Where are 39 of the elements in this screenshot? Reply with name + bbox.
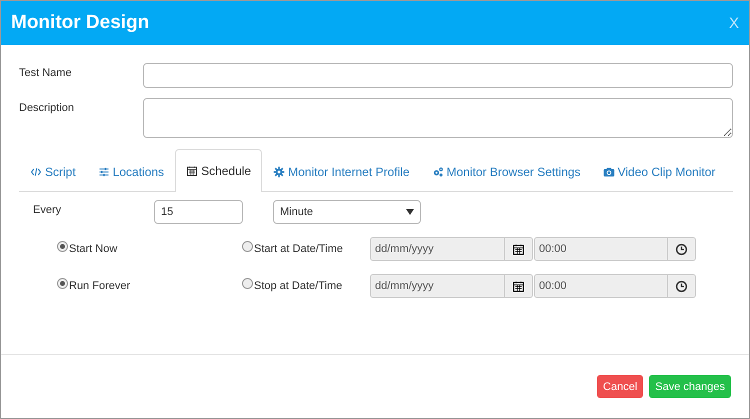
caret-icon xyxy=(406,209,414,215)
radio-label: Stop at Date/Time xyxy=(254,280,342,292)
cancel-button[interactable]: Cancel xyxy=(597,375,644,398)
save-button[interactable]: Save changes xyxy=(649,375,731,398)
input-field[interactable] xyxy=(143,63,733,88)
clock-button[interactable] xyxy=(668,237,696,261)
calendar-icon xyxy=(186,165,198,177)
radio-button[interactable] xyxy=(57,278,68,288)
field-label: Description xyxy=(19,101,76,116)
radio-label: Start Now xyxy=(69,243,118,255)
calendar-button[interactable] xyxy=(505,237,533,261)
tab[interactable]: Monitor Internet Profile xyxy=(262,150,420,192)
tab[interactable]: Video Clip Monitor xyxy=(592,150,726,192)
description-field[interactable] xyxy=(143,98,733,138)
tab[interactable]: Script xyxy=(19,150,87,192)
radio-label: Run Forever xyxy=(69,280,130,292)
gears-icon xyxy=(432,166,444,178)
every-label: Every xyxy=(33,204,62,216)
radio-button[interactable] xyxy=(57,240,68,252)
tab[interactable]: Locations xyxy=(86,150,176,192)
unit-dropdown[interactable]: Minute xyxy=(273,200,421,224)
clock-icon xyxy=(675,242,688,256)
field-label: Test Name xyxy=(19,66,73,81)
sliders-icon xyxy=(98,166,110,178)
radio-label: Start at Date/Time xyxy=(254,243,343,255)
calendar-icon xyxy=(512,242,525,256)
interval-field[interactable]: 15 xyxy=(154,200,243,224)
gear-icon xyxy=(273,166,286,178)
radio-button[interactable] xyxy=(242,240,253,252)
radio-button[interactable] xyxy=(242,278,253,288)
tab[interactable]: Monitor Browser Settings xyxy=(420,150,592,192)
camera-icon xyxy=(602,166,615,178)
window-title: Monitor Design xyxy=(11,12,150,34)
tab[interactable]: Schedule xyxy=(175,149,262,192)
clock-button[interactable] xyxy=(668,274,696,298)
code-icon xyxy=(30,166,42,178)
calendar-button[interactable] xyxy=(505,274,533,298)
clock-icon xyxy=(675,280,688,292)
calendar-icon xyxy=(512,280,525,292)
